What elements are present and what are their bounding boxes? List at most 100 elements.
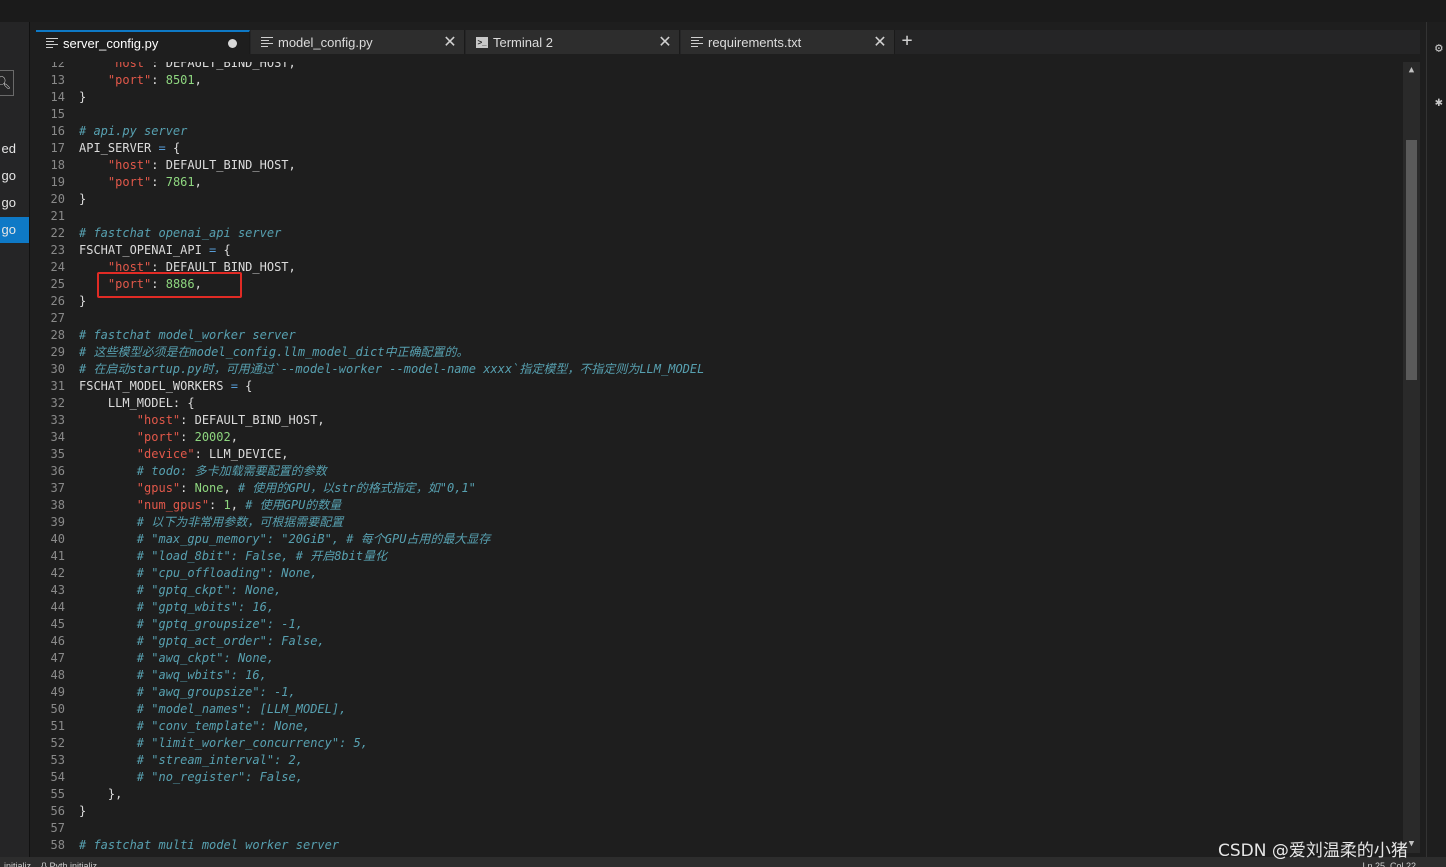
code-line[interactable]: 17 API_SERVER = { [36, 140, 1404, 157]
code-text: # fastchat model_worker server [79, 327, 296, 344]
code-line[interactable]: 13 "port": 8501, [36, 72, 1404, 89]
search-button[interactable]: 🔍︎ [0, 70, 14, 96]
unsaved-dot-icon[interactable] [228, 38, 237, 48]
code-line[interactable]: 22 # fastchat openai_api server [36, 225, 1404, 242]
code-line[interactable]: 16 # api.py server [36, 123, 1404, 140]
code-line[interactable]: 40 # "max_gpu_memory": "20GiB", # 每个GPU占… [36, 531, 1404, 548]
code-text: # "gptq_ckpt": None, [79, 582, 282, 599]
line-number: 40 [50, 532, 65, 546]
code-token: "port" [107, 175, 152, 189]
code-line[interactable]: 36 # todo: 多卡加载需要配置的参数 [36, 463, 1404, 480]
code-token: "port" [107, 73, 152, 87]
scroll-up-arrow-icon[interactable]: ▲ [1403, 62, 1420, 79]
code-line[interactable]: 39 # 以下为非常用参数，可根据需要配置 [36, 514, 1404, 531]
code-line[interactable]: 27 [36, 310, 1404, 327]
code-line[interactable]: 28 # fastchat model_worker server [36, 327, 1404, 344]
close-icon[interactable]: ✕ [872, 32, 888, 52]
close-icon[interactable]: ✕ [657, 32, 673, 52]
code-line[interactable]: 55 }, [36, 786, 1404, 803]
code-token: # "awq_ckpt": None, [136, 651, 275, 665]
code-line[interactable]: 41 # "load_8bit": False, # 开启8bit量化 [36, 548, 1404, 565]
code-line[interactable]: 30 # 在启动startup.py时，可用通过`--model-worker -… [36, 361, 1404, 378]
tab-server-config-py[interactable]: server_config.py [36, 30, 250, 54]
left-panel-item[interactable]: ed [0, 136, 29, 162]
code-line[interactable]: 14} [36, 89, 1404, 106]
code-line[interactable]: 57 [36, 820, 1404, 837]
tab-requirements-txt[interactable]: requirements.txt ✕ [681, 30, 895, 54]
code-line[interactable]: 43 # "gptq_ckpt": None, [36, 582, 1404, 599]
line-number: 19 [50, 175, 65, 189]
left-panel-item[interactable]: go [0, 163, 29, 189]
code-line[interactable]: 29 # 这些模型必须是在model_config.llm_model_dict中… [36, 344, 1404, 361]
left-panel-item[interactable]: go [0, 190, 29, 216]
code-line[interactable]: 42 # "cpu_offloading": None, [36, 565, 1404, 582]
code-line[interactable]: 37 "gpus": None, # 使用的GPU，以str的格式指定，如"0,… [36, 480, 1404, 497]
code-line[interactable]: 19 "port": 7861, [36, 174, 1404, 191]
line-number: 21 [50, 209, 65, 223]
vertical-scrollbar[interactable]: ▲ ▼ [1403, 62, 1420, 853]
settings-icon[interactable]: ⚙ [1435, 42, 1446, 56]
line-number: 49 [50, 685, 65, 699]
code-line[interactable]: 15 [36, 106, 1404, 123]
code-line[interactable]: 46 # "gptq_act_order": False, [36, 633, 1404, 650]
code-line[interactable]: 34 "port": 20002, [36, 429, 1404, 446]
code-line[interactable]: 23 FSCHAT_OPENAI_API = { [36, 242, 1404, 259]
code-line[interactable]: 33 "host": DEFAULT_BIND_HOST, [36, 412, 1404, 429]
code-text: "host": DEFAULT_BIND_HOST, [79, 157, 296, 174]
code-line[interactable]: 49 # "awq_groupsize": -1, [36, 684, 1404, 701]
code-token: # "gptq_wbits": 16, [136, 600, 275, 614]
code-line[interactable]: 18 "host": DEFAULT_BIND_HOST, [36, 157, 1404, 174]
code-token: , [194, 175, 202, 189]
tab-model-config-py[interactable]: model_config.py ✕ [251, 30, 465, 54]
code-token: : DEFAULT_BIND_HOST, [151, 62, 296, 70]
code-text: LLM_MODEL: { [79, 395, 195, 412]
left-panel-item[interactable]: go [0, 217, 29, 243]
code-text: # "limit_worker_concurrency": 5, [79, 735, 368, 752]
code-token: # "gptq_groupsize": -1, [136, 617, 303, 631]
code-token: # "model_names": [LLM_MODEL], [136, 702, 347, 716]
code-line[interactable]: 45 # "gptq_groupsize": -1, [36, 616, 1404, 633]
code-text: FSCHAT_MODEL_WORKERS = { [79, 378, 252, 395]
code-line[interactable]: 48 # "awq_wbits": 16, [36, 667, 1404, 684]
code-token: LLM_MODEL: { [79, 396, 195, 410]
code-token: # fastchat multi model worker server [79, 838, 340, 852]
close-icon[interactable]: ✕ [442, 32, 458, 52]
code-line[interactable]: 47 # "awq_ckpt": None, [36, 650, 1404, 667]
line-number: 41 [50, 549, 65, 563]
line-number: 24 [50, 260, 65, 274]
code-line[interactable]: 51 # "conv_template": None, [36, 718, 1404, 735]
code-editor[interactable]: 12 "host": DEFAULT_BIND_HOST, 13 "port": … [36, 62, 1421, 853]
code-text: # "awq_groupsize": -1, [79, 684, 296, 701]
tab-label: Terminal 2 [493, 34, 553, 50]
code-line[interactable]: 53 # "stream_interval": 2, [36, 752, 1404, 769]
scrollbar-thumb[interactable] [1406, 140, 1417, 380]
code-line[interactable]: 44 # "gptq_wbits": 16, [36, 599, 1404, 616]
code-line[interactable]: 32 LLM_MODEL: { [36, 395, 1404, 412]
code-text: "port": 7861, [79, 174, 202, 191]
code-token: # 在启动startup.py时，可用通过`--model-worker --m… [79, 362, 705, 376]
code-line[interactable]: 12 "host": DEFAULT_BIND_HOST, [36, 62, 1404, 72]
code-text: # "stream_interval": 2, [79, 752, 303, 769]
code-line[interactable]: 58 # fastchat multi model worker server [36, 837, 1404, 853]
line-number: 47 [50, 651, 65, 665]
code-line[interactable]: 31 FSCHAT_MODEL_WORKERS = { [36, 378, 1404, 395]
code-line[interactable]: 56} [36, 803, 1404, 820]
code-line[interactable]: 50 # "model_names": [LLM_MODEL], [36, 701, 1404, 718]
code-token: { [237, 379, 253, 393]
tab-terminal-2[interactable]: >_ Terminal 2 ✕ [466, 30, 680, 54]
code-token: : [180, 430, 195, 444]
code-line[interactable]: 21 [36, 208, 1404, 225]
new-tab-button[interactable]: + [896, 30, 918, 54]
code-line[interactable]: 38 "num_gpus": 1, # 使用GPU的数量 [36, 497, 1404, 514]
code-text: # todo: 多卡加载需要配置的参数 [79, 463, 327, 480]
debug-icon[interactable]: ✱ [1435, 96, 1446, 110]
code-line[interactable]: 54 # "no_register": False, [36, 769, 1404, 786]
code-line[interactable]: 35 "device": LLM_DEVICE, [36, 446, 1404, 463]
code-line[interactable]: 20} [36, 191, 1404, 208]
watermark: CSDN @爱刘温柔的小猪 [1218, 841, 1408, 861]
code-line[interactable]: 52 # "limit_worker_concurrency": 5, [36, 735, 1404, 752]
